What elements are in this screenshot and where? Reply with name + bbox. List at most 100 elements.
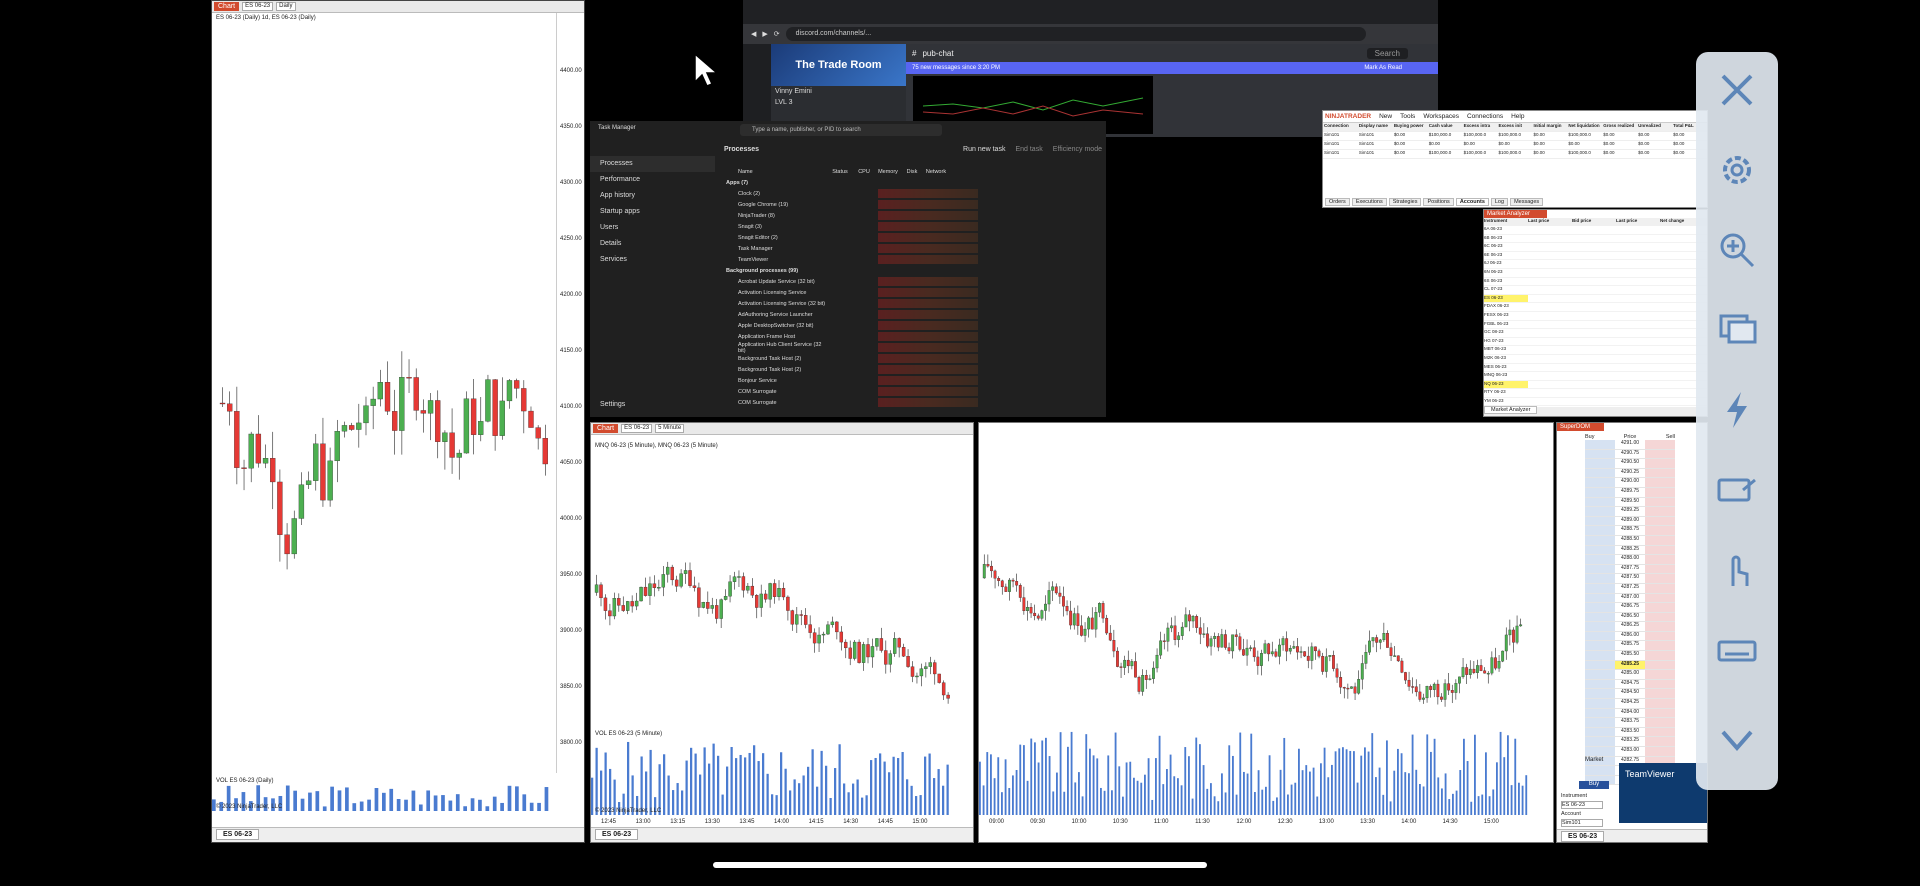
instrument-row[interactable]: M2K 06-23 bbox=[1484, 355, 1707, 364]
browser-tab-strip[interactable] bbox=[743, 0, 1438, 24]
ladder-row[interactable]: 4286.25 bbox=[1585, 622, 1675, 632]
nav-services[interactable]: Services bbox=[590, 252, 715, 268]
sell-cell[interactable] bbox=[1645, 583, 1675, 593]
intraday-chart-window[interactable]: 09:00 09:30 10:00 10:30 11:00 11:30 12:00 12:30… bbox=[978, 422, 1554, 843]
instrument-row[interactable]: MES 06-23 bbox=[1484, 364, 1707, 373]
nav-processes[interactable]: Processes bbox=[590, 156, 715, 172]
tab-messages[interactable]: Messages bbox=[1510, 198, 1544, 206]
menu-new[interactable]: New bbox=[1379, 113, 1392, 120]
buy-cell[interactable] bbox=[1585, 622, 1615, 631]
process-row[interactable]: Bonjour Service bbox=[724, 375, 1102, 386]
intraday-candlestick-chart[interactable] bbox=[979, 423, 1554, 723]
sell-cell[interactable] bbox=[1645, 593, 1675, 603]
instrument-row[interactable]: 6N 06-23 bbox=[1484, 269, 1707, 278]
menu-tools[interactable]: Tools bbox=[1400, 113, 1415, 120]
sell-cell[interactable] bbox=[1645, 478, 1675, 487]
control-center-window[interactable]: NINJATRADER New Tools Workspaces Connect… bbox=[1322, 110, 1708, 208]
instrument-row[interactable]: 6E 06-23 bbox=[1484, 252, 1707, 261]
lightning-icon[interactable] bbox=[1717, 390, 1757, 430]
buy-cell[interactable] bbox=[1585, 747, 1615, 756]
market-analyzer-window[interactable]: Market Analyzer Instrument Last price Bid … bbox=[1483, 209, 1708, 417]
instrument-row[interactable]: MBT 06-23 bbox=[1484, 346, 1707, 355]
instrument-selector[interactable]: ES 06-23 bbox=[242, 2, 274, 11]
buy-cell[interactable] bbox=[1585, 641, 1615, 651]
sell-cell[interactable] bbox=[1645, 497, 1675, 507]
back-icon[interactable]: ◀ bbox=[751, 30, 756, 38]
buy-cell[interactable] bbox=[1585, 718, 1615, 727]
sell-cell[interactable] bbox=[1645, 516, 1675, 526]
instrument-row[interactable]: 6J 06-23 bbox=[1484, 260, 1707, 269]
close-icon[interactable] bbox=[1717, 70, 1757, 110]
buy-cell[interactable] bbox=[1585, 699, 1615, 708]
server-banner[interactable]: The Trade Room bbox=[771, 44, 906, 86]
interval-selector[interactable]: 5 Minute bbox=[655, 424, 685, 433]
daily-chart-window[interactable]: Chart ES 06-23 Daily ES 06-23 (Daily) 1d… bbox=[211, 0, 585, 843]
sell-cell[interactable] bbox=[1645, 612, 1675, 622]
ladder-row[interactable]: 4290.75 bbox=[1585, 449, 1675, 460]
sell-cell[interactable] bbox=[1645, 487, 1675, 497]
ladder-row[interactable]: 4288.50 bbox=[1585, 535, 1675, 546]
instrument-row[interactable]: 6A 06-23 bbox=[1484, 226, 1707, 235]
buy-cell[interactable] bbox=[1585, 545, 1615, 555]
ladder-row[interactable]: 4291.00 bbox=[1585, 440, 1675, 450]
ladder-row[interactable]: 4288.25 bbox=[1585, 545, 1675, 556]
ladder-row[interactable]: 4289.75 bbox=[1585, 487, 1675, 498]
process-row[interactable]: AdAuthoring Service Launcher bbox=[724, 309, 1102, 320]
process-row[interactable]: NinjaTrader (8) bbox=[724, 210, 1102, 221]
ladder-row[interactable]: 4283.50 bbox=[1585, 727, 1675, 738]
sell-cell[interactable] bbox=[1645, 574, 1675, 583]
instrument-row[interactable]: 6S 06-23 bbox=[1484, 278, 1707, 287]
ladder-row[interactable]: 4283.25 bbox=[1585, 737, 1675, 747]
ladder-row[interactable]: 4286.50 bbox=[1585, 612, 1675, 623]
buy-cell[interactable] bbox=[1585, 516, 1615, 526]
instrument-row[interactable]: CL 07-23 bbox=[1484, 286, 1707, 295]
ladder-row[interactable]: 4285.25 bbox=[1585, 660, 1675, 671]
reload-icon[interactable]: ⟳ bbox=[774, 30, 780, 38]
column-header[interactable]: CPU bbox=[852, 169, 876, 175]
sell-cell[interactable] bbox=[1645, 631, 1675, 641]
ladder-row[interactable]: 4284.25 bbox=[1585, 699, 1675, 709]
home-indicator[interactable] bbox=[713, 862, 1207, 868]
monitor-icon[interactable] bbox=[1717, 310, 1757, 350]
sell-cell[interactable] bbox=[1645, 440, 1675, 449]
buy-cell[interactable] bbox=[1585, 478, 1615, 487]
instrument-selector[interactable]: ES 06-23 bbox=[1561, 801, 1603, 809]
ladder-row[interactable]: 4286.00 bbox=[1585, 631, 1675, 642]
nav-settings[interactable]: Settings bbox=[590, 397, 715, 413]
forward-icon[interactable]: ▶ bbox=[762, 30, 767, 38]
url-field[interactable]: discord.com/channels/... bbox=[785, 27, 1366, 41]
process-row[interactable]: Google Chrome (19) bbox=[724, 199, 1102, 210]
keyboard-shortcut-icon[interactable] bbox=[1717, 470, 1757, 510]
account-row[interactable]: Sim101 Sim101 $0.00 $100,000.0 $100,000.0 $10… bbox=[1323, 132, 1707, 141]
buy-cell[interactable] bbox=[1585, 593, 1615, 603]
ladder-row[interactable]: 4286.75 bbox=[1585, 603, 1675, 613]
ladder-row[interactable]: 4290.00 bbox=[1585, 478, 1675, 488]
ladder-row[interactable]: 4283.00 bbox=[1585, 747, 1675, 757]
buy-cell[interactable] bbox=[1585, 651, 1615, 660]
buy-cell[interactable] bbox=[1585, 564, 1615, 574]
sell-cell[interactable] bbox=[1645, 526, 1675, 535]
instrument-tab[interactable]: ES 06-23 bbox=[595, 829, 639, 840]
process-row[interactable]: TeamViewer bbox=[724, 254, 1102, 265]
ladder-row[interactable]: 4285.00 bbox=[1585, 670, 1675, 680]
buy-cell[interactable] bbox=[1585, 526, 1615, 535]
buy-cell[interactable] bbox=[1585, 679, 1615, 689]
buy-cell[interactable] bbox=[1585, 487, 1615, 497]
process-row[interactable]: Application Frame Host bbox=[724, 331, 1102, 342]
ladder-row[interactable]: 4284.50 bbox=[1585, 689, 1675, 700]
five-minute-candlestick-chart[interactable] bbox=[591, 435, 974, 735]
buy-cell[interactable] bbox=[1585, 737, 1615, 746]
column-header[interactable]: Last price bbox=[1528, 218, 1572, 226]
ladder-row[interactable]: 4287.50 bbox=[1585, 574, 1675, 584]
interval-selector[interactable]: Daily bbox=[276, 2, 296, 11]
menu-connections[interactable]: Connections bbox=[1467, 113, 1503, 120]
instrument-row[interactable]: 6B 06-23 bbox=[1484, 235, 1707, 244]
sell-cell[interactable] bbox=[1645, 603, 1675, 612]
sell-cell[interactable] bbox=[1645, 555, 1675, 564]
touch-icon[interactable] bbox=[1717, 550, 1757, 590]
buy-cell[interactable] bbox=[1585, 612, 1615, 622]
process-row[interactable]: COM Surrogate bbox=[724, 386, 1102, 397]
instrument-tab[interactable]: ES 06-23 bbox=[1561, 831, 1605, 842]
column-header[interactable]: Instrument bbox=[1484, 218, 1528, 226]
instrument-row[interactable]: RTY 06-23 bbox=[1484, 389, 1707, 398]
